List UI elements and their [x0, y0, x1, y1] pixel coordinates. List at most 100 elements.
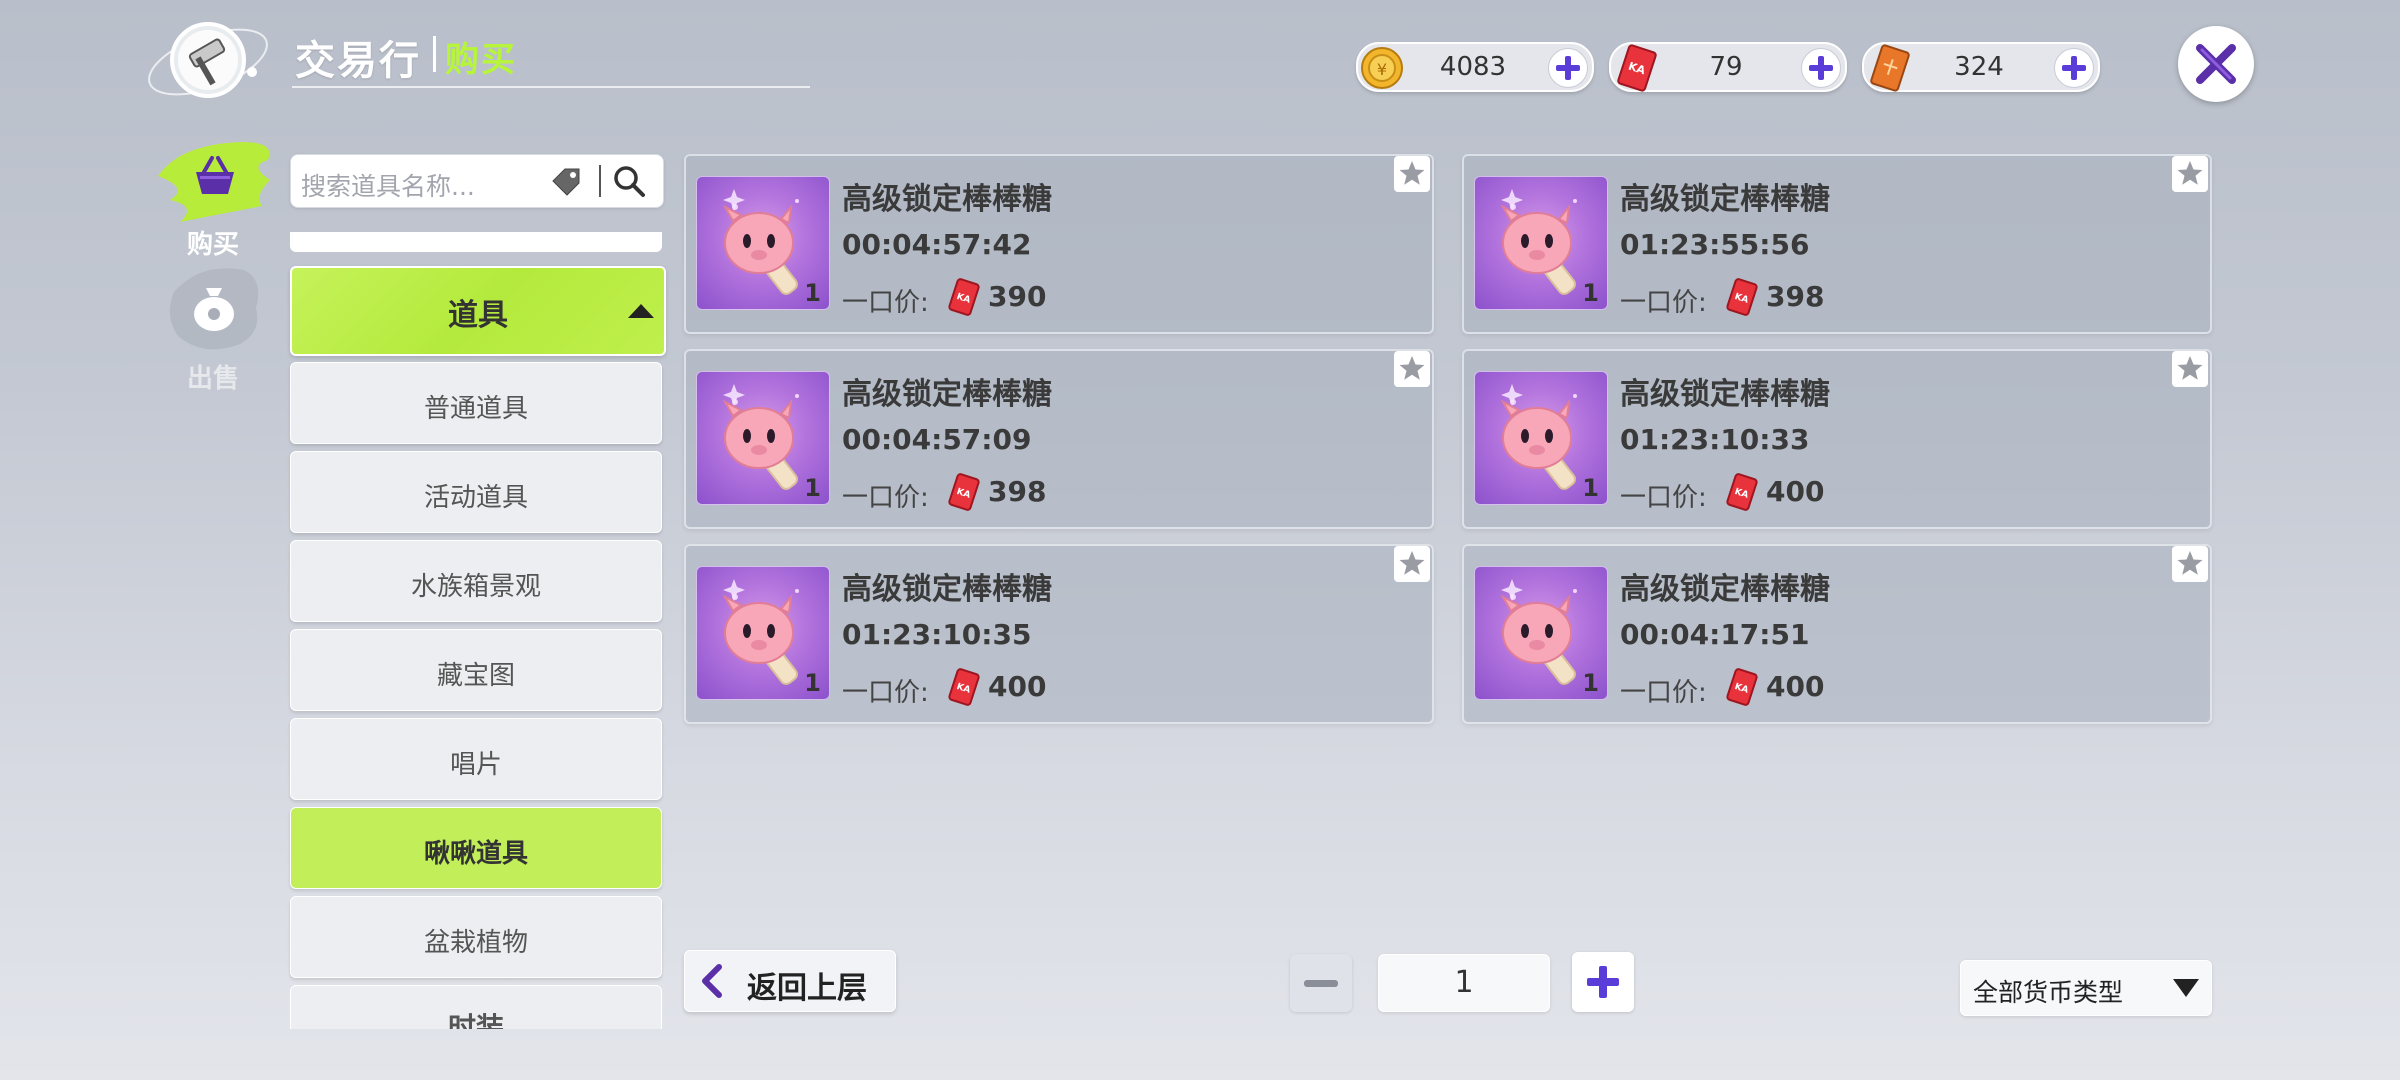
dropdown-arrow-icon: [2173, 979, 2199, 997]
page-number-field[interactable]: 1: [1378, 954, 1550, 1012]
category-item-pet-items[interactable]: 啾啾道具: [290, 807, 662, 889]
product-price: 398: [988, 475, 1047, 508]
page-decrement-button[interactable]: [1290, 954, 1352, 1012]
price-label: 一口价:: [1620, 483, 1707, 513]
page-title: 交易行: [295, 38, 421, 84]
red-ticket-icon: KA: [948, 278, 980, 316]
price-label: 一口价:: [1620, 288, 1707, 318]
favorite-star-icon[interactable]: [2172, 351, 2208, 387]
close-button[interactable]: [2178, 26, 2254, 102]
favorite-star-icon[interactable]: [2172, 156, 2208, 192]
money-bag-icon: [194, 288, 234, 331]
product-time-remaining: 01:23:55:56: [1620, 228, 1810, 261]
product-name: 高级锁定棒棒糖: [842, 377, 1052, 412]
product-price: 390: [988, 280, 1047, 313]
category-item-aquarium[interactable]: 水族箱景观: [290, 540, 662, 622]
add-red-ticket-button[interactable]: [1801, 48, 1841, 88]
lollipop-item-icon: 1: [1474, 566, 1608, 700]
currency-gold-value: 4083: [1439, 52, 1507, 82]
category-list-top-edge: [290, 232, 662, 252]
lollipop-item-icon: 1: [1474, 176, 1608, 310]
category-item-treasure-map[interactable]: 藏宝图: [290, 629, 662, 711]
lollipop-item-icon: 1: [696, 371, 830, 505]
category-item-label: 藏宝图: [436, 661, 515, 691]
category-item-label: 盆栽植物: [423, 928, 528, 958]
category-item-label: 水族箱景观: [410, 572, 541, 602]
search-field[interactable]: 搜索道具名称...: [290, 154, 664, 208]
page-subtitle: 购买: [445, 40, 517, 80]
chevron-left-icon: [702, 964, 722, 998]
currency-orange-ticket-value: 324: [1954, 52, 2004, 82]
title-separator: [433, 36, 436, 72]
price-label: 一口价:: [842, 678, 929, 708]
back-button-label: 返回上层: [747, 971, 867, 1006]
product-price: 400: [988, 670, 1047, 703]
currency-orange-ticket: 324: [1862, 42, 2100, 92]
category-item-potted-plants[interactable]: 盆栽植物: [290, 896, 662, 978]
category-item-fashion[interactable]: 时装: [290, 985, 662, 1029]
red-ticket-icon: KA: [1726, 278, 1758, 316]
red-ticket-icon: KA: [1617, 44, 1657, 92]
item-quantity: 1: [804, 474, 821, 502]
favorite-star-icon[interactable]: [1394, 546, 1430, 582]
add-gold-button[interactable]: [1548, 48, 1588, 88]
product-time-remaining: 01:23:10:35: [842, 618, 1032, 651]
tab-sell-label: 出售: [186, 364, 239, 394]
favorite-star-icon[interactable]: [1394, 156, 1430, 192]
product-name: 高级锁定棒棒糖: [842, 182, 1052, 217]
red-ticket-icon: KA: [1726, 668, 1758, 706]
product-name: 高级锁定棒棒糖: [1620, 572, 1830, 607]
red-ticket-icon: KA: [1726, 473, 1758, 511]
product-time-remaining: 00:04:57:09: [842, 423, 1032, 456]
category-item-label: 活动道具: [423, 483, 528, 513]
product-price: 400: [1766, 475, 1825, 508]
category-item-label: 时装: [447, 1011, 504, 1029]
gold-coin-icon: ¥: [1361, 47, 1403, 89]
product-name: 高级锁定棒棒糖: [1620, 182, 1830, 217]
category-item-label: 啾啾道具: [423, 839, 528, 869]
page-number-value: 1: [1454, 965, 1474, 1000]
item-quantity: 1: [1582, 279, 1599, 307]
currency-type-selected: 全部货币类型: [1973, 978, 2124, 1007]
tab-buy-label: 购买: [186, 230, 239, 260]
price-label: 一口价:: [1620, 678, 1707, 708]
item-quantity: 1: [804, 669, 821, 697]
lollipop-item-icon: 1: [696, 176, 830, 310]
product-card[interactable]: 1 高级锁定棒棒糖 00:04:17:51 一口价: KA 400: [1462, 544, 2212, 724]
currency-type-dropdown[interactable]: 全部货币类型: [1960, 960, 2212, 1016]
product-card[interactable]: 1 高级锁定棒棒糖 01:23:10:33 一口价: KA 400: [1462, 349, 2212, 529]
search-placeholder: 搜索道具名称...: [301, 172, 475, 201]
price-label: 一口价:: [842, 483, 929, 513]
category-item-normal[interactable]: 普通道具: [290, 362, 662, 444]
item-quantity: 1: [1582, 474, 1599, 502]
lollipop-item-icon: 1: [696, 566, 830, 700]
category-group-label: 道具: [448, 298, 508, 333]
product-price: 398: [1766, 280, 1825, 313]
product-name: 高级锁定棒棒糖: [842, 572, 1052, 607]
category-list-clip: 时装: [290, 985, 662, 1029]
category-item-record[interactable]: 唱片: [290, 718, 662, 800]
product-time-remaining: 01:23:10:33: [1620, 423, 1810, 456]
search-icon[interactable]: [611, 163, 647, 199]
favorite-star-icon[interactable]: [2172, 546, 2208, 582]
add-orange-ticket-button[interactable]: [2054, 48, 2094, 88]
product-time-remaining: 00:04:57:42: [842, 228, 1032, 261]
category-item-event[interactable]: 活动道具: [290, 451, 662, 533]
tab-sell[interactable]: 出售: [150, 262, 280, 394]
product-card[interactable]: 1 高级锁定棒棒糖 00:04:57:09 一口价: KA 398: [684, 349, 1434, 529]
price-label: 一口价:: [842, 288, 929, 318]
lollipop-item-icon: 1: [1474, 371, 1608, 505]
product-time-remaining: 00:04:17:51: [1620, 618, 1810, 651]
page-increment-button[interactable]: [1572, 952, 1634, 1012]
currency-red-ticket: KA 79: [1609, 42, 1847, 92]
category-group-items[interactable]: 道具: [290, 266, 666, 356]
tag-filter-icon[interactable]: [549, 165, 583, 199]
favorite-star-icon[interactable]: [1394, 351, 1430, 387]
title-underline: [292, 86, 810, 88]
red-ticket-icon: KA: [948, 473, 980, 511]
currency-gold: ¥ 4083: [1356, 42, 1594, 92]
back-button[interactable]: 返回上层: [684, 950, 896, 1012]
product-card[interactable]: 1 高级锁定棒棒糖 00:04:57:42 一口价: KA 390: [684, 154, 1434, 334]
product-card[interactable]: 1 高级锁定棒棒糖 01:23:10:35 一口价: KA 400: [684, 544, 1434, 724]
product-card[interactable]: 1 高级锁定棒棒糖 01:23:55:56 一口价: KA 398: [1462, 154, 2212, 334]
